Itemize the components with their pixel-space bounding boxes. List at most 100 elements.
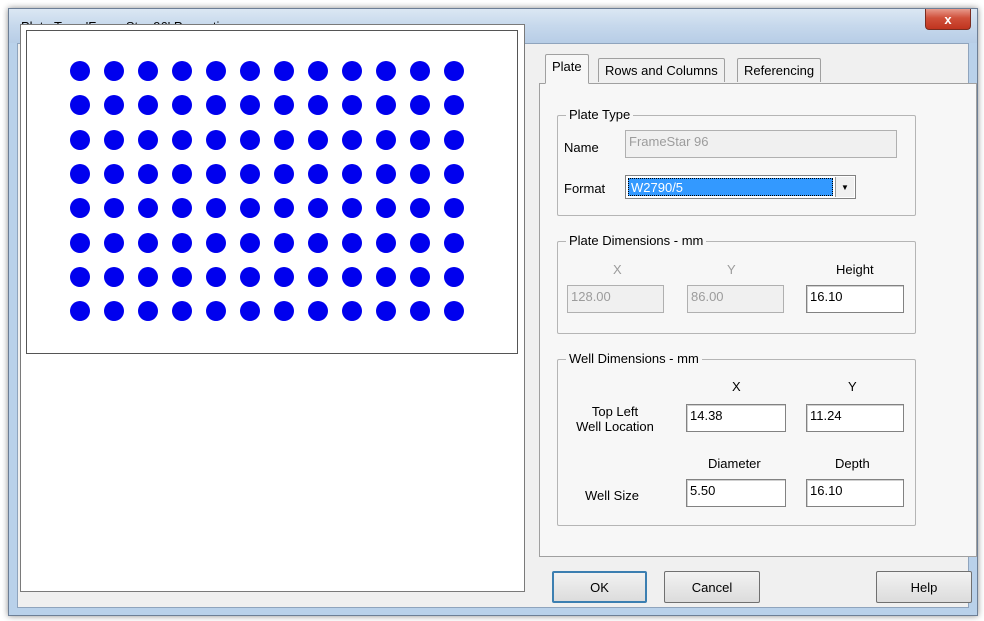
plate-well xyxy=(172,95,192,116)
plate-height-label: Height xyxy=(836,262,874,277)
plate-well xyxy=(342,163,362,184)
plate-well xyxy=(444,198,464,219)
cancel-button[interactable]: Cancel xyxy=(664,571,760,603)
plate-tab-panel: Plate Type Name FrameStar 96 Format W279… xyxy=(539,83,977,557)
plate-well xyxy=(70,61,90,81)
plate-x-value: 128.00 xyxy=(571,289,611,304)
plate-well xyxy=(444,163,464,184)
tab-rows-and-columns[interactable]: Rows and Columns xyxy=(598,58,725,82)
plate-well xyxy=(376,301,396,322)
plate-height-field[interactable]: 16.10 xyxy=(806,285,904,313)
plate-well xyxy=(70,232,90,253)
top-left-well-location-label: Top Left Well Location xyxy=(560,404,670,434)
plate-well xyxy=(410,95,430,116)
plate-well xyxy=(138,163,158,184)
plate-well xyxy=(138,266,158,287)
cancel-button-label: Cancel xyxy=(691,579,733,595)
plate-type-group: Plate Type Name FrameStar 96 Format W279… xyxy=(557,107,916,216)
plate-well xyxy=(308,129,328,150)
plate-well xyxy=(410,301,430,322)
well-y-value: 11.24 xyxy=(810,408,842,423)
plate-well xyxy=(274,163,294,184)
plate-well xyxy=(206,95,226,116)
plate-well xyxy=(70,95,90,116)
plate-well xyxy=(104,232,124,253)
help-button[interactable]: Help xyxy=(876,571,972,603)
plate-well xyxy=(376,95,396,116)
plate-well xyxy=(376,129,396,150)
plate-well xyxy=(138,95,158,116)
well-x-field[interactable]: 14.38 xyxy=(686,404,786,432)
name-field[interactable]: FrameStar 96 xyxy=(625,130,897,158)
plate-well xyxy=(138,301,158,322)
depth-value: 16.10 xyxy=(810,483,843,498)
plate-well xyxy=(376,266,396,287)
plate-well xyxy=(274,129,294,150)
plate-well xyxy=(240,198,260,219)
format-label: Format xyxy=(564,181,606,196)
plate-well xyxy=(172,163,192,184)
plate-well xyxy=(172,129,192,150)
plate-well xyxy=(444,232,464,253)
plate-well xyxy=(206,301,226,322)
diameter-field[interactable]: 5.50 xyxy=(686,479,786,507)
plate-well xyxy=(70,198,90,219)
well-x-value: 14.38 xyxy=(690,408,723,423)
plate-well xyxy=(444,95,464,116)
plate-well xyxy=(274,95,294,116)
plate-well xyxy=(308,198,328,219)
plate-well xyxy=(342,232,362,253)
well-y-field[interactable]: 11.24 xyxy=(806,404,904,432)
close-button[interactable]: x xyxy=(925,9,971,30)
well-size-label: Well Size xyxy=(585,488,639,503)
diameter-label: Diameter xyxy=(708,456,761,471)
well-dimensions-group: Well Dimensions - mm X Y Top Left Well L… xyxy=(557,351,916,526)
plate-well xyxy=(206,198,226,219)
plate-well xyxy=(410,232,430,253)
diameter-value: 5.50 xyxy=(690,483,716,498)
plate-well xyxy=(104,95,124,116)
format-select[interactable]: W2790/5 ▼ xyxy=(625,175,856,199)
plate-well xyxy=(206,61,226,81)
plate-well xyxy=(410,163,430,184)
tab-referencing[interactable]: Referencing xyxy=(737,58,822,82)
plate-y-field[interactable]: 86.00 xyxy=(687,285,784,313)
plate-well xyxy=(70,301,90,322)
name-label: Name xyxy=(564,140,599,155)
plate-well xyxy=(70,129,90,150)
plate-well xyxy=(342,198,362,219)
plate-x-field[interactable]: 128.00 xyxy=(567,285,664,313)
plate-well xyxy=(172,232,192,253)
ok-button[interactable]: OK xyxy=(552,571,647,603)
plate-dimensions-group-title: Plate Dimensions - mm xyxy=(566,233,707,248)
plate-well xyxy=(172,301,192,322)
plate-well xyxy=(240,95,260,116)
close-icon: x xyxy=(944,11,952,27)
plate-well xyxy=(138,129,158,150)
plate-well xyxy=(104,266,124,287)
plate-well xyxy=(206,232,226,253)
well-x-label: X xyxy=(732,379,741,394)
plate-well xyxy=(410,266,430,287)
plate-x-label: X xyxy=(613,262,622,277)
chevron-down-icon[interactable]: ▼ xyxy=(835,177,854,197)
plate-well xyxy=(240,163,260,184)
plate-well xyxy=(206,266,226,287)
depth-field[interactable]: 16.10 xyxy=(806,479,904,507)
plate-well xyxy=(308,61,328,81)
plate-well xyxy=(308,232,328,253)
ok-button-label: OK xyxy=(590,579,609,595)
plate-well xyxy=(104,301,124,322)
plate-well xyxy=(410,129,430,150)
plate-well xyxy=(172,61,192,81)
plate-well xyxy=(376,163,396,184)
plate-well xyxy=(274,61,294,81)
depth-label: Depth xyxy=(835,456,870,471)
well-y-label: Y xyxy=(848,379,857,394)
plate-well xyxy=(138,61,158,81)
tab-plate[interactable]: Plate xyxy=(545,54,589,84)
plate-well xyxy=(240,232,260,253)
plate-y-label: Y xyxy=(727,262,736,277)
help-button-label: Help xyxy=(910,579,938,595)
plate-well xyxy=(410,61,430,81)
